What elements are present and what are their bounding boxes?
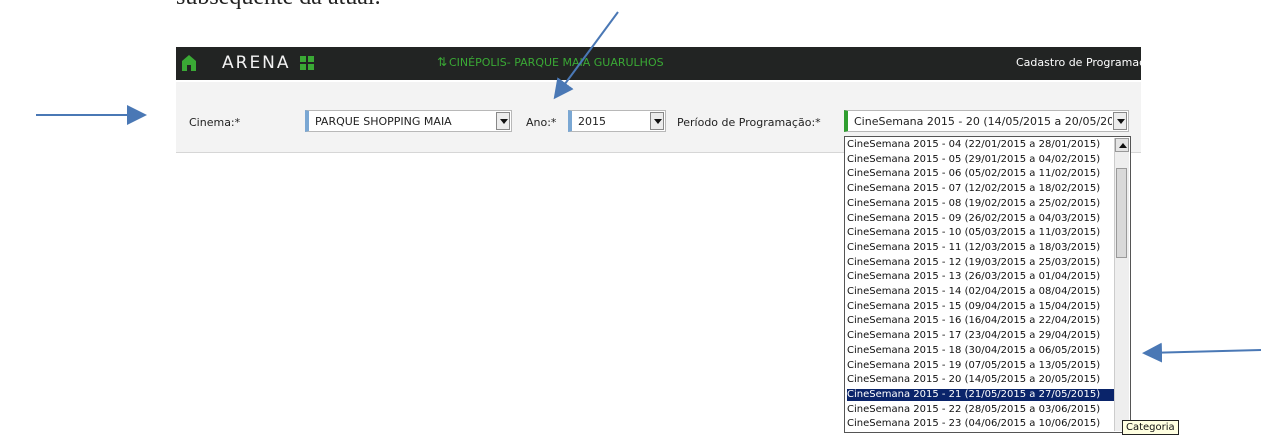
periodo-label: Período de Programação:*	[677, 116, 821, 129]
dropdown-option[interactable]: CineSemana 2015 - 19 (07/05/2015 a 13/05…	[847, 360, 1115, 372]
cinema-select[interactable]: PARQUE SHOPPING MAIA	[305, 110, 512, 132]
dropdown-option[interactable]: CineSemana 2015 - 09 (26/02/2015 a 04/03…	[847, 213, 1115, 225]
dropdown-option[interactable]: CineSemana 2015 - 15 (09/04/2015 a 15/04…	[847, 301, 1115, 313]
dropdown-option[interactable]: CineSemana 2015 - 20 (14/05/2015 a 20/05…	[847, 374, 1115, 386]
arena-logo: ARENA	[222, 53, 291, 73]
scroll-up-icon[interactable]	[1115, 138, 1129, 152]
home-icon[interactable]	[180, 53, 198, 73]
scrollbar[interactable]	[1114, 138, 1129, 431]
logo-mark-icon	[300, 56, 314, 70]
periodo-dropdown-list[interactable]: CineSemana 2015 - 04 (22/01/2015 a 28/01…	[844, 136, 1131, 433]
tooltip: Categoria	[1122, 420, 1179, 435]
dropdown-option[interactable]: CineSemana 2015 - 07 (12/02/2015 a 18/02…	[847, 183, 1115, 195]
dropdown-option[interactable]: CineSemana 2015 - 13 (26/03/2015 a 01/04…	[847, 271, 1115, 283]
dropdown-option[interactable]: CineSemana 2015 - 22 (28/05/2015 a 03/06…	[847, 404, 1115, 416]
swap-icon[interactable]: ⇅	[437, 55, 447, 69]
document-text: subsequente da atual.	[176, 0, 381, 11]
annotation-arrow-right	[1142, 342, 1262, 363]
page-title: Cadastro de Programação	[1016, 56, 1159, 69]
dropdown-option[interactable]: CineSemana 2015 - 05 (29/01/2015 a 04/02…	[847, 154, 1115, 166]
chevron-down-icon[interactable]	[496, 112, 510, 130]
dropdown-option[interactable]: CineSemana 2015 - 08 (19/02/2015 a 25/02…	[847, 198, 1115, 210]
periodo-select-value: CineSemana 2015 - 20 (14/05/2015 a 20/05…	[854, 115, 1112, 128]
dropdown-option[interactable]: CineSemana 2015 - 04 (22/01/2015 a 28/01…	[847, 139, 1115, 151]
ano-label: Ano:*	[526, 116, 557, 129]
dropdown-option[interactable]: CineSemana 2015 - 14 (02/04/2015 a 08/04…	[847, 286, 1115, 298]
dropdown-option[interactable]: CineSemana 2015 - 16 (16/04/2015 a 22/04…	[847, 315, 1115, 327]
dropdown-option[interactable]: CineSemana 2015 - 18 (30/04/2015 a 06/05…	[847, 345, 1115, 357]
dropdown-option[interactable]: CineSemana 2015 - 10 (05/03/2015 a 11/03…	[847, 227, 1115, 239]
dropdown-option[interactable]: CineSemana 2015 - 11 (12/03/2015 a 18/03…	[847, 242, 1115, 254]
chevron-down-icon[interactable]	[1113, 112, 1127, 130]
dropdown-option[interactable]: CineSemana 2015 - 21 (21/05/2015 a 27/05…	[847, 388, 1115, 401]
ano-select-value: 2015	[578, 115, 606, 128]
scrollbar-thumb[interactable]	[1116, 168, 1127, 258]
dropdown-option[interactable]: CineSemana 2015 - 23 (04/06/2015 a 10/06…	[847, 418, 1115, 430]
cinema-select-value: PARQUE SHOPPING MAIA	[315, 115, 452, 128]
cinema-name[interactable]: CINÉPOLIS- PARQUE MAIA GUARULHOS	[449, 56, 664, 69]
dropdown-option[interactable]: CineSemana 2015 - 12 (19/03/2015 a 25/03…	[847, 257, 1115, 269]
dropdown-option[interactable]: CineSemana 2015 - 06 (05/02/2015 a 11/02…	[847, 168, 1115, 180]
cinema-label: Cinema:*	[189, 116, 241, 129]
dropdown-option[interactable]: CineSemana 2015 - 17 (23/04/2015 a 29/04…	[847, 330, 1115, 342]
periodo-select[interactable]: CineSemana 2015 - 20 (14/05/2015 a 20/05…	[844, 110, 1129, 132]
top-bar: ARENA ⇅ CINÉPOLIS- PARQUE MAIA GUARULHOS…	[176, 47, 1159, 80]
ano-select[interactable]: 2015	[568, 110, 666, 132]
chevron-down-icon[interactable]	[650, 112, 664, 130]
